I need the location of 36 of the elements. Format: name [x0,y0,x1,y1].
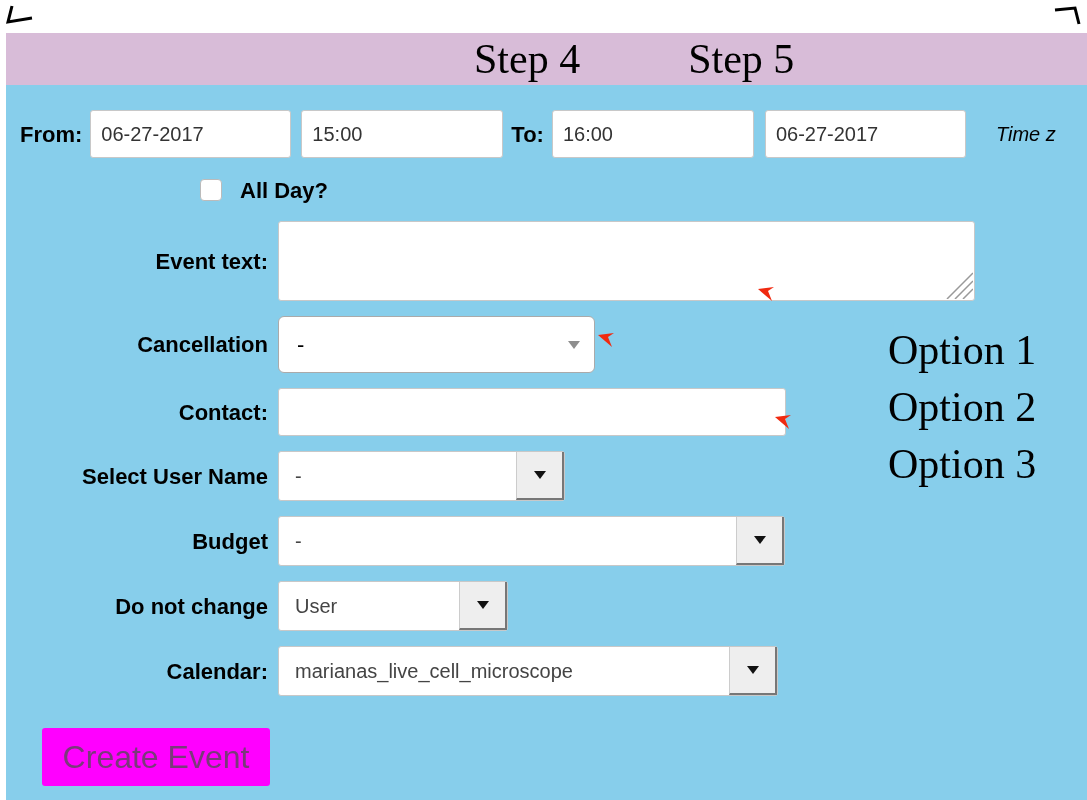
caret-icon [476,601,489,609]
caret-icon [746,666,759,674]
field-label: Event text: [155,247,268,276]
arrowhead-icon [775,415,791,429]
field-label: Do not change [115,592,268,621]
input-field[interactable]: 06-27-2017 [90,110,292,158]
input-field[interactable]: 06-27-2017 [764,110,966,158]
select-field[interactable]: User [278,581,508,631]
checkbox[interactable] [200,179,222,201]
input-field[interactable]: 15:00 [301,110,504,158]
select-field[interactable]: marianas_live_cell_microscope [278,646,778,696]
caret-icon [753,536,766,544]
select-field[interactable]: - [278,451,565,501]
timezone-label: Time z [995,122,1056,147]
option-label: Option 2 [888,383,1037,432]
caret-icon [533,471,546,479]
checkbox-label: All Day? [240,176,329,205]
field-label: Cancellation [137,331,268,359]
option-label: Option 3 [888,440,1037,489]
field-label: Budget [192,527,268,556]
arrowhead-icon [598,333,614,347]
option-label: Option 1 [888,326,1037,375]
field-label: To: [511,120,544,149]
select-field[interactable]: - [278,316,595,373]
arrowhead-icon [758,287,774,301]
select-field[interactable]: - [278,516,785,566]
step-label: Step 5 [688,34,795,84]
field-label: From: [20,120,83,149]
field-label: Calendar: [166,657,268,686]
step-label: Step 4 [474,34,581,84]
input-field[interactable]: 16:00 [551,110,754,158]
field-label: Contact: [178,398,268,427]
caret-icon [568,340,580,349]
text-area[interactable] [278,221,975,301]
input-field[interactable] [278,388,786,436]
field-label: Select User Name [82,462,268,491]
